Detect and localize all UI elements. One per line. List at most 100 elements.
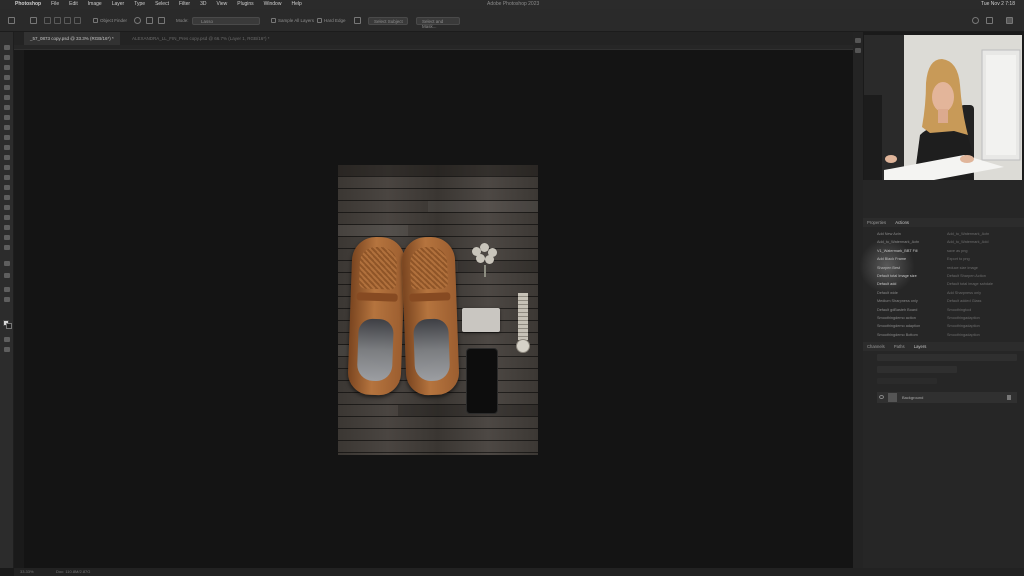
tab-layers[interactable]: Layers (910, 342, 931, 351)
document-image[interactable] (338, 165, 538, 455)
share-icon[interactable] (1006, 17, 1013, 24)
menu-select[interactable]: Select (150, 0, 174, 9)
menu-app-name[interactable]: Photoshop (10, 0, 46, 9)
edit-toolbar-icon[interactable] (4, 273, 10, 278)
refresh-icon[interactable] (134, 17, 141, 24)
zoom-level[interactable]: 33.33% (20, 568, 34, 576)
lasso-icon[interactable] (4, 65, 10, 70)
background-color-swatch[interactable] (6, 323, 12, 329)
action-name: Smoothingdemo adaption (877, 324, 921, 329)
lock-controls[interactable] (877, 378, 937, 384)
smartphone (466, 348, 498, 414)
action-row[interactable]: Smoothingdemo action Smoothingadaption (877, 314, 1024, 322)
healing-tool-icon[interactable] (4, 115, 10, 120)
marquee-tool-icon[interactable] (4, 55, 10, 60)
flower-stem (484, 265, 486, 277)
more-tools-icon[interactable] (4, 261, 10, 266)
menu-edit[interactable]: Edit (64, 0, 83, 9)
workspace-icon[interactable] (986, 17, 993, 24)
move-tool-icon[interactable] (4, 45, 10, 50)
checkbox-hard-edge[interactable] (317, 18, 322, 23)
crop-tool-icon[interactable] (4, 85, 10, 90)
tab-paths[interactable]: Paths (890, 342, 909, 351)
action-row[interactable]: Default gdBasteh Board Smoothingtool (877, 306, 1024, 314)
menu-3d[interactable]: 3D (195, 0, 211, 9)
eyedropper-tool-icon[interactable] (4, 105, 10, 110)
select-subject-button[interactable]: Select Subject (368, 17, 408, 25)
history-panel-icon[interactable] (855, 38, 861, 43)
frame-tool-icon[interactable] (4, 95, 10, 100)
swatches-panel-icon[interactable] (855, 48, 861, 53)
menu-window[interactable]: Window (259, 0, 287, 9)
extra-tool-2-icon[interactable] (4, 297, 10, 302)
brush-tool-icon[interactable] (4, 125, 10, 130)
layers-panel-header: Channels Paths Layers (863, 342, 1024, 351)
action-row[interactable]: Smoothingdemo Bottom Smoothingadaption (877, 331, 1024, 339)
tab-document-inactive[interactable]: ALEXANDRA_LL_FIN_Pres copy.psd @ 66.7% (… (126, 32, 276, 45)
action-name-secondary: Smoothingadaption (947, 324, 980, 329)
hand-tool-icon[interactable] (4, 235, 10, 240)
zoom-tool-icon[interactable] (4, 245, 10, 250)
action-name-secondary: Smoothingtool (947, 307, 972, 312)
action-name-secondary: Add_to_Watermark_Add (947, 240, 989, 245)
mode-select[interactable]: Lasso (192, 17, 260, 25)
path-select-tool-icon[interactable] (4, 215, 10, 220)
menu-image[interactable]: Image (83, 0, 107, 9)
screen-mode-icon[interactable] (4, 347, 10, 352)
menu-layer[interactable]: Layer (107, 0, 130, 9)
extra-tool-icon[interactable] (4, 287, 10, 292)
search-icon[interactable] (972, 17, 979, 24)
history-brush-tool-icon[interactable] (4, 145, 10, 150)
layer-filter-bar[interactable] (877, 354, 1017, 361)
new-selection-icon[interactable] (44, 17, 51, 24)
lasso-tool-icon[interactable] (30, 17, 37, 24)
action-name: Smoothingdemo Bottom (877, 332, 918, 337)
add-selection-icon[interactable] (54, 17, 61, 24)
menu-help[interactable]: Help (286, 0, 306, 9)
layer-row[interactable]: Background (877, 392, 1017, 403)
checkbox-object-finder[interactable] (93, 18, 98, 23)
menu-view[interactable]: View (212, 0, 233, 9)
pen-tool-icon[interactable] (4, 195, 10, 200)
status-bar: 33.33% Doc: 110.8M/2.87G (14, 568, 1024, 576)
tab-channels[interactable]: Channels (863, 342, 889, 351)
menu-bar: Photoshop File Edit Image Layer Type Sel… (0, 0, 1024, 9)
gradient-tool-icon[interactable] (4, 165, 10, 170)
menu-file[interactable]: File (46, 0, 64, 9)
dodge-tool-icon[interactable] (4, 185, 10, 190)
action-row[interactable]: Smoothingdemo adaption Smoothingadaption (877, 322, 1024, 330)
panel-dock-strip (853, 32, 863, 568)
show-all-objects-icon[interactable] (146, 17, 153, 24)
wood-plank (338, 225, 408, 236)
action-name-secondary: Add Sharpness only (947, 290, 981, 295)
doc-size[interactable]: Doc: 110.8M/2.87G (56, 568, 90, 576)
eraser-tool-icon[interactable] (4, 155, 10, 160)
blur-tool-icon[interactable] (4, 175, 10, 180)
right-loafer (401, 236, 460, 396)
menu-plugins[interactable]: Plugins (232, 0, 258, 9)
action-name-secondary: Smoothingadaption (947, 332, 980, 337)
tab-document-active[interactable]: _57_0873 copy.psd @ 33.3% (RGB/16*) * (24, 32, 120, 45)
blend-mode-select[interactable] (877, 366, 957, 373)
checkbox-sample-all[interactable] (271, 18, 276, 23)
subtract-selection-icon[interactable] (64, 17, 71, 24)
settings-gear-icon[interactable] (158, 17, 165, 24)
shape-tool-icon[interactable] (4, 225, 10, 230)
intersect-selection-icon[interactable] (74, 17, 81, 24)
layer-thumbnail (888, 393, 897, 402)
watch-face (516, 339, 530, 353)
tab-actions[interactable]: Actions (891, 218, 913, 227)
quick-mask-icon[interactable] (4, 337, 10, 342)
type-tool-icon[interactable] (4, 205, 10, 210)
select-and-mask-button[interactable]: Select and Mask... (416, 17, 460, 29)
clone-stamp-tool-icon[interactable] (4, 135, 10, 140)
menu-filter[interactable]: Filter (174, 0, 195, 9)
action-row[interactable]: Add New Actn Add_to_Watermark_Actn (877, 230, 1024, 238)
enhance-icon[interactable] (354, 17, 361, 24)
object-select-tool-icon[interactable] (4, 75, 10, 80)
eye-icon[interactable] (879, 395, 884, 399)
tab-properties[interactable]: Properties (863, 218, 890, 227)
action-row[interactable]: Medium Sharpness only Default added Glass (877, 297, 1024, 305)
home-icon[interactable] (8, 17, 15, 24)
menu-type[interactable]: Type (129, 0, 150, 9)
